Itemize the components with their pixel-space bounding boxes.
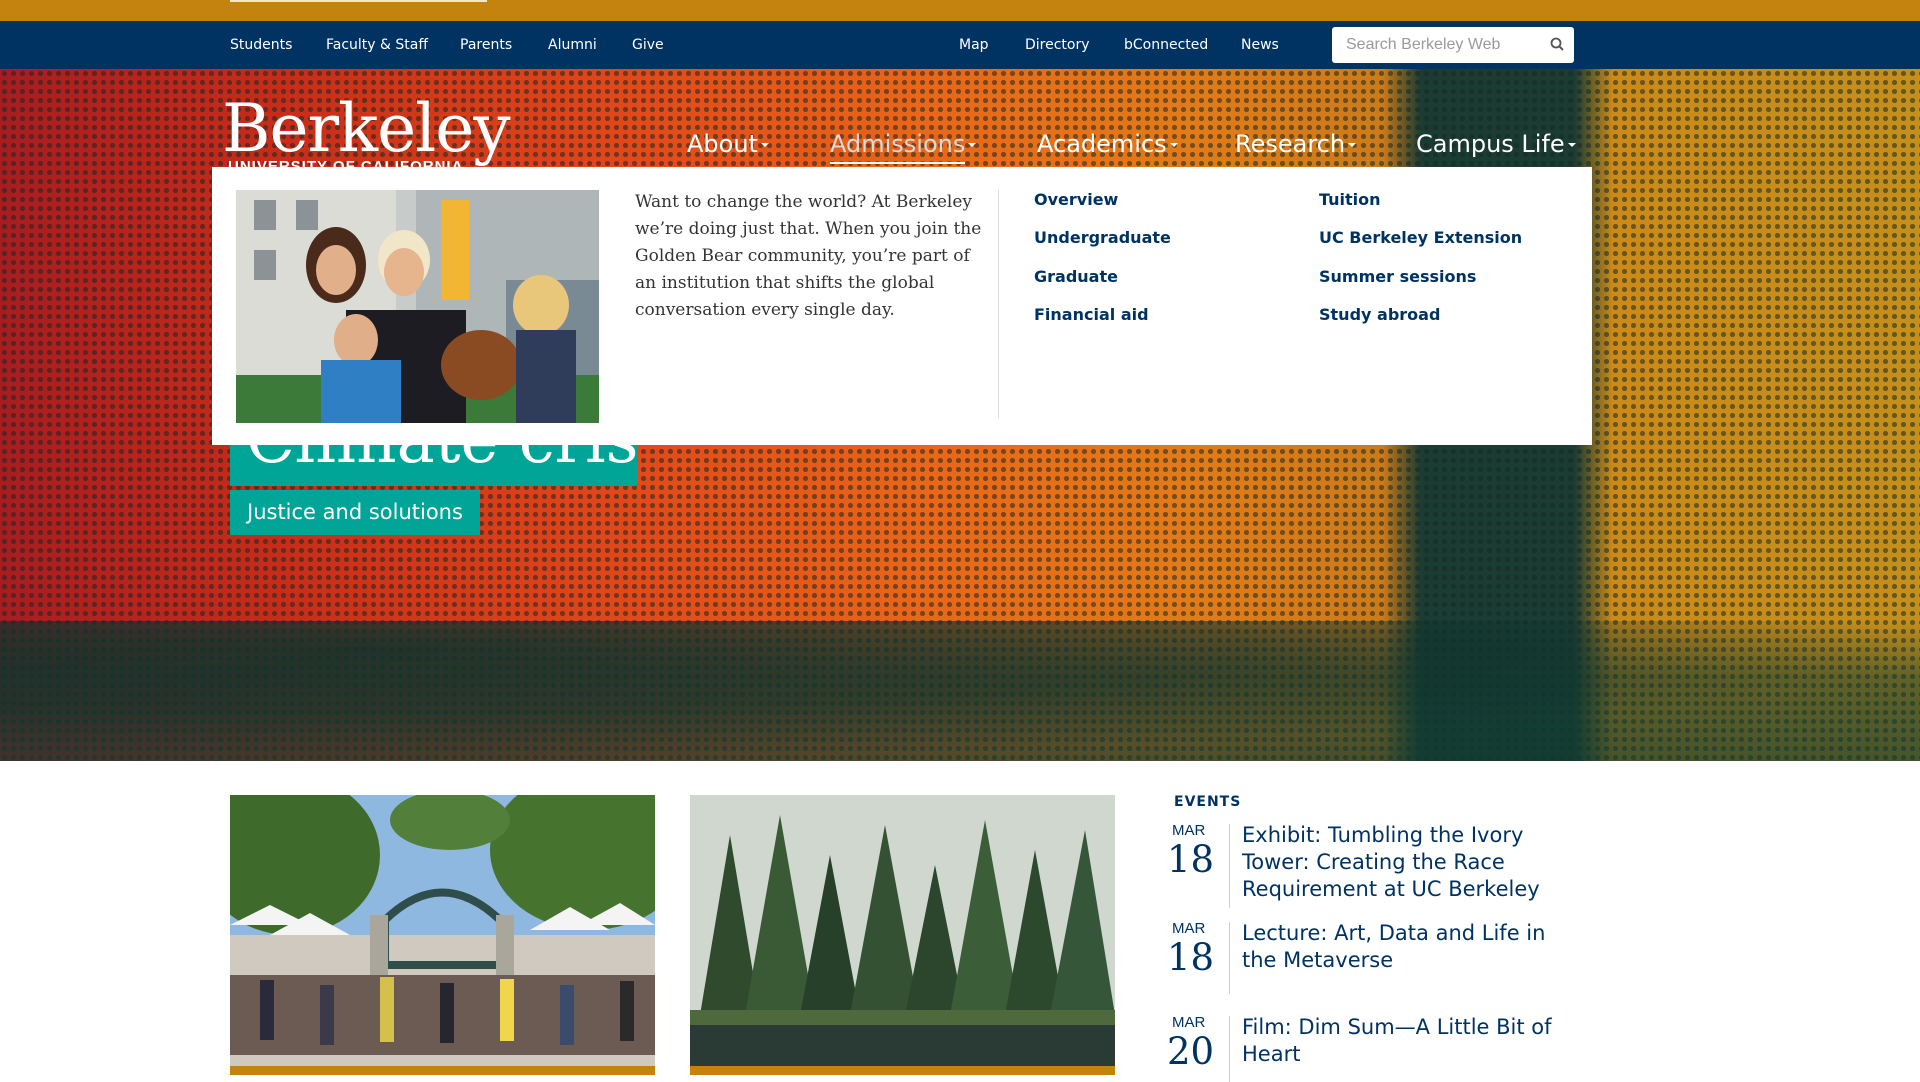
- feature-card-forest[interactable]: [690, 795, 1115, 1075]
- menu-link-undergraduate[interactable]: Undergraduate: [1034, 228, 1171, 247]
- util-link-directory[interactable]: Directory: [1025, 21, 1090, 69]
- menu-link-overview[interactable]: Overview: [1034, 190, 1118, 209]
- menu-link-tuition[interactable]: Tuition: [1319, 190, 1381, 209]
- mega-menu-divider: [998, 189, 999, 418]
- events-heading: EVENTS: [1174, 794, 1242, 810]
- caret-down-icon: [1169, 143, 1178, 147]
- util-link-students[interactable]: Students: [230, 21, 292, 69]
- util-link-bconnected[interactable]: bConnected: [1124, 21, 1208, 69]
- menu-link-graduate[interactable]: Graduate: [1034, 267, 1118, 286]
- top-gold-strip: [0, 0, 1920, 21]
- menu-link-uc-berkeley-extension[interactable]: UC Berkeley Extension: [1319, 228, 1522, 247]
- hero-subhead-tag[interactable]: Justice and solutions: [230, 490, 480, 535]
- util-link-news[interactable]: News: [1241, 21, 1279, 69]
- top-strip-underline: [230, 0, 487, 2]
- nav-admissions[interactable]: Admissions: [830, 124, 977, 164]
- caret-down-icon: [1348, 143, 1357, 147]
- nav-academics-label: Academics: [1037, 130, 1167, 158]
- nav-about[interactable]: About: [687, 124, 769, 164]
- admissions-photo: [236, 190, 599, 423]
- admissions-description: Want to change the world? At Berkeley we…: [635, 192, 982, 320]
- util-link-give[interactable]: Give: [632, 21, 664, 69]
- search-input[interactable]: [1332, 27, 1542, 63]
- util-link-faculty-staff[interactable]: Faculty & Staff: [326, 21, 428, 69]
- event-divider: [1229, 1016, 1230, 1082]
- util-link-parents[interactable]: Parents: [460, 21, 512, 69]
- logo-wordmark: Berkeley: [222, 90, 511, 167]
- event-month: MAR: [1172, 920, 1206, 937]
- event-title[interactable]: Film: Dim Sum—A Little Bit of Heart: [1242, 1014, 1582, 1068]
- nav-research[interactable]: Research: [1235, 124, 1357, 164]
- event-day: 18: [1167, 838, 1215, 881]
- caret-down-icon: [760, 143, 769, 147]
- hero-tree-silhouette: [0, 621, 1920, 761]
- caret-down-icon: [1567, 143, 1576, 147]
- nav-campus-life-label: Campus Life: [1416, 130, 1565, 158]
- event-month: MAR: [1172, 1014, 1206, 1031]
- util-link-alumni[interactable]: Alumni: [548, 21, 597, 69]
- utility-nav-bar: Students Faculty & Staff Parents Alumni …: [0, 21, 1920, 69]
- nav-research-label: Research: [1235, 130, 1346, 158]
- nav-campus-life[interactable]: Campus Life: [1416, 124, 1576, 164]
- event-title[interactable]: Lecture: Art, Data and Life in the Metav…: [1242, 920, 1582, 974]
- search-box: [1332, 27, 1574, 63]
- caret-down-icon: [968, 143, 977, 147]
- nav-admissions-label: Admissions: [830, 130, 966, 164]
- feature-card-sather-gate[interactable]: [230, 795, 655, 1075]
- util-link-map[interactable]: Map: [959, 21, 989, 69]
- nav-about-label: About: [687, 130, 758, 158]
- card-accent-bar: [230, 1066, 655, 1075]
- menu-link-summer-sessions[interactable]: Summer sessions: [1319, 267, 1476, 286]
- berkeley-logo[interactable]: Berkeley UNIVERSITY OF CALIFORNIA: [222, 90, 511, 175]
- menu-link-study-abroad[interactable]: Study abroad: [1319, 305, 1440, 324]
- nav-academics[interactable]: Academics: [1037, 124, 1178, 164]
- event-day: 20: [1167, 1030, 1215, 1073]
- card-accent-bar: [690, 1066, 1115, 1075]
- event-month: MAR: [1172, 822, 1206, 839]
- menu-link-financial-aid[interactable]: Financial aid: [1034, 305, 1149, 324]
- event-day: 18: [1167, 936, 1215, 979]
- event-divider: [1229, 922, 1230, 994]
- search-icon[interactable]: [1548, 35, 1568, 55]
- event-title[interactable]: Exhibit: Tumbling the Ivory Tower: Creat…: [1242, 822, 1582, 903]
- event-divider: [1229, 824, 1230, 908]
- admissions-mega-menu: Want to change the world? At Berkeley we…: [212, 167, 1592, 445]
